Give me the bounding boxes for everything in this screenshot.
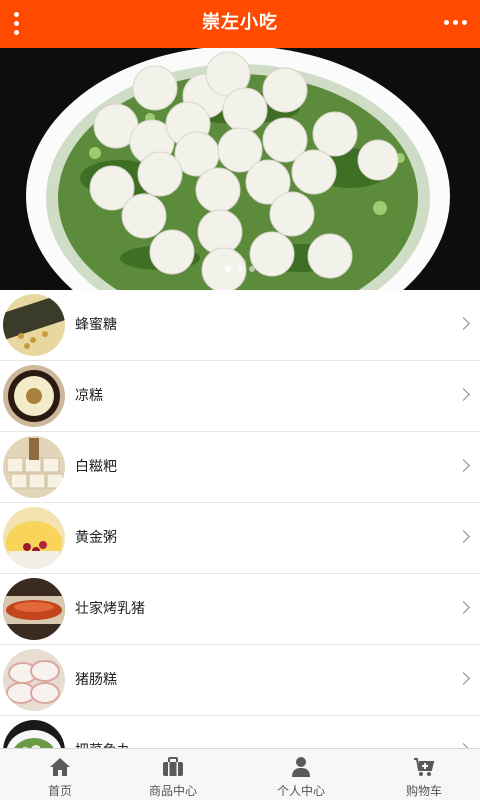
product-thumbnail <box>3 507 65 569</box>
product-name: 壮家烤乳猪 <box>75 601 145 617</box>
tab-label: 个人中心 <box>276 784 325 798</box>
page-title: 崇左小吃 <box>202 12 278 33</box>
chevron-right-icon <box>457 388 470 401</box>
banner-dot[interactable] <box>237 266 243 272</box>
product-name: 蜂蜜糖 <box>75 317 117 333</box>
product-list: 蜂蜜糖 凉糕 白糍粑 黄金粥 壮家烤乳猪 猪肠糕 <box>0 290 480 748</box>
product-thumbnail <box>3 436 65 498</box>
chevron-right-icon <box>457 459 470 472</box>
tab-label: 购物车 <box>405 784 442 798</box>
chevron-right-icon <box>457 672 470 685</box>
cart-icon <box>414 758 435 776</box>
banner-pagination[interactable] <box>0 257 480 276</box>
product-thumbnail <box>3 720 65 748</box>
list-item[interactable]: 白糍粑 <box>0 432 480 503</box>
product-name: 黄金粥 <box>75 530 117 546</box>
more-icon[interactable] <box>438 8 472 38</box>
home-icon <box>50 758 70 776</box>
product-thumbnail <box>3 294 65 356</box>
list-item[interactable]: 黄金粥 <box>0 503 480 574</box>
user-icon <box>292 757 310 777</box>
banner-dot[interactable] <box>249 266 255 272</box>
product-name: 把荽鱼丸 <box>75 716 131 748</box>
product-thumbnail <box>3 365 65 427</box>
chevron-right-icon <box>457 601 470 614</box>
briefcase-icon <box>163 757 183 776</box>
tab-label: 商品中心 <box>148 784 197 798</box>
product-name: 猪肠糕 <box>75 672 117 688</box>
list-item[interactable]: 凉糕 <box>0 361 480 432</box>
list-item[interactable]: 把荽鱼丸 <box>0 716 480 748</box>
list-item[interactable]: 壮家烤乳猪 <box>0 574 480 645</box>
list-item[interactable]: 猪肠糕 <box>0 645 480 716</box>
bottom-tab-bar: 首页 商品中心 个人中心 购物车 <box>0 748 480 800</box>
product-name: 凉糕 <box>75 388 103 404</box>
product-name: 白糍粑 <box>75 459 117 475</box>
product-thumbnail <box>3 649 65 711</box>
tab-home[interactable]: 首页 <box>0 749 120 800</box>
banner-image <box>0 48 480 290</box>
tab-profile[interactable]: 个人中心 <box>241 749 361 800</box>
banner-carousel[interactable] <box>0 48 480 290</box>
chevron-right-icon <box>457 317 470 330</box>
tab-cart[interactable]: 购物车 <box>364 749 480 800</box>
chevron-right-icon <box>457 530 470 543</box>
product-thumbnail <box>3 578 65 640</box>
list-item[interactable]: 蜂蜜糖 <box>0 290 480 361</box>
banner-dot[interactable] <box>225 266 231 272</box>
top-bar: 崇左小吃 <box>0 0 480 48</box>
tab-label: 首页 <box>47 784 72 798</box>
tab-products[interactable]: 商品中心 <box>113 749 233 800</box>
